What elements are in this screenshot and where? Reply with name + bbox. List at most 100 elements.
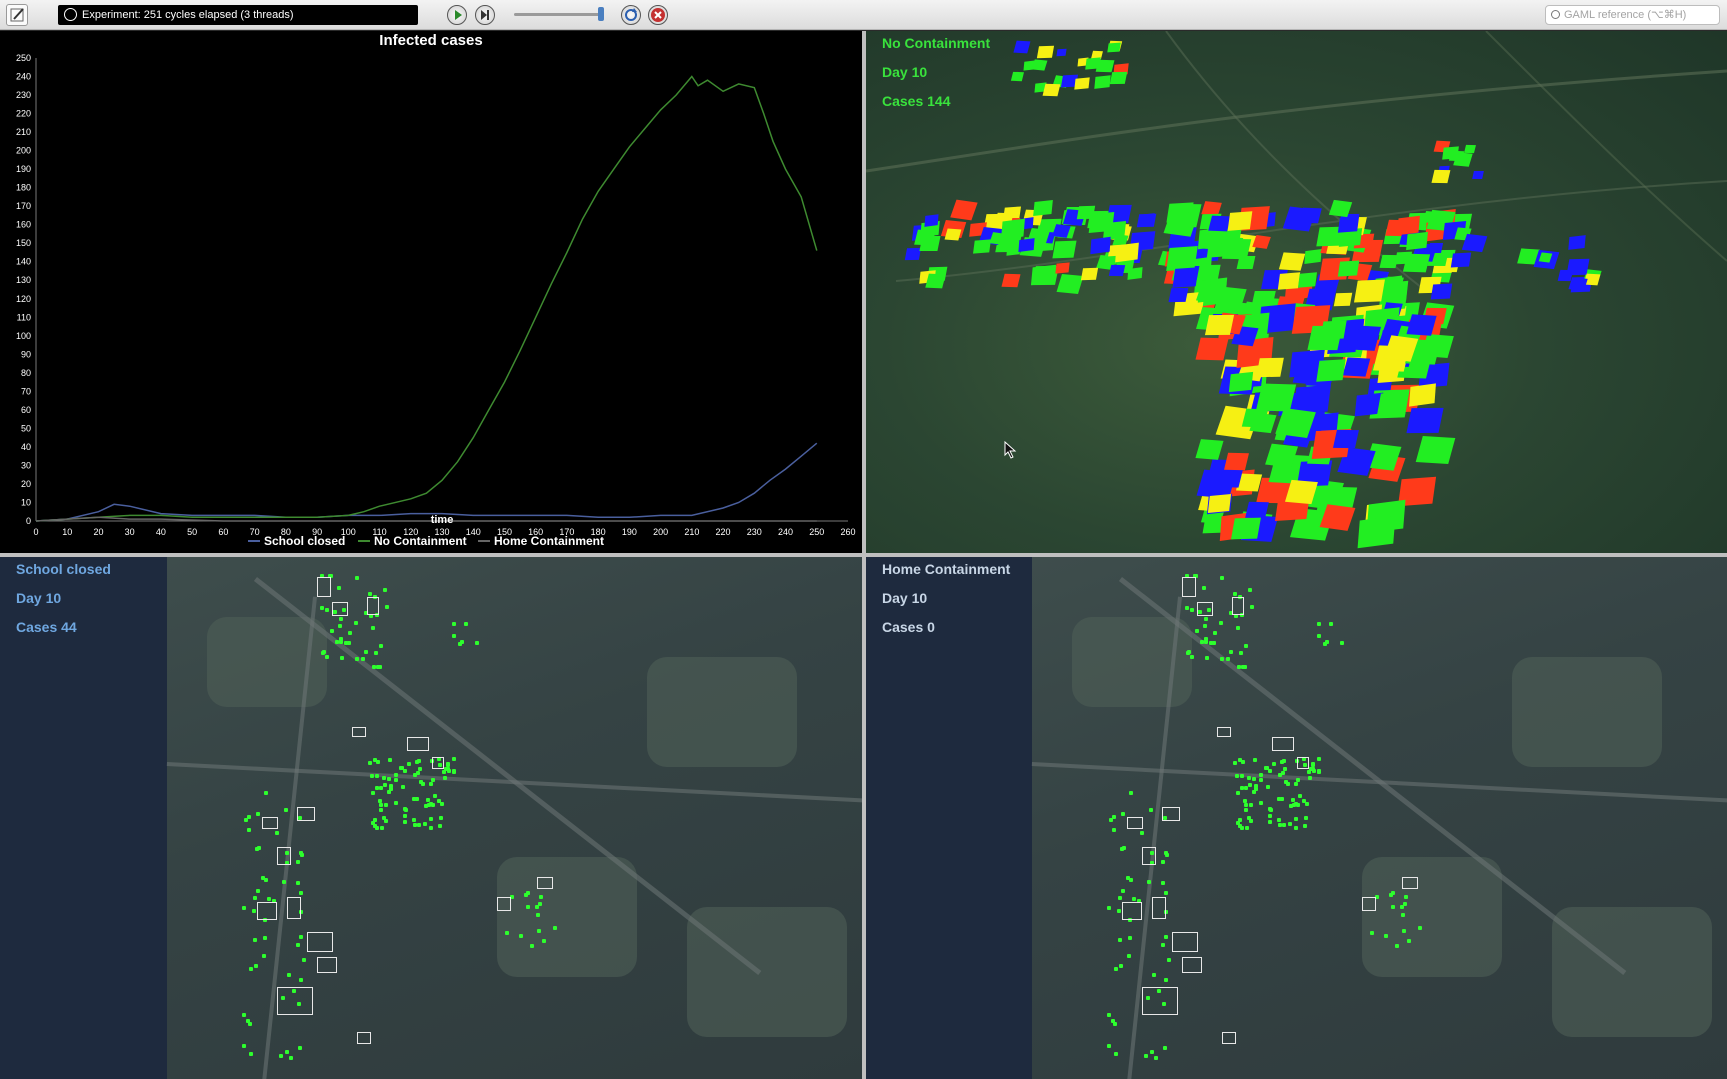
- person-dot: [1293, 816, 1298, 821]
- person-dot: [373, 757, 378, 762]
- y-tick-label: 190: [16, 164, 31, 174]
- person-dot: [541, 938, 546, 943]
- person-dot: [445, 761, 450, 766]
- person-dot: [1302, 823, 1307, 828]
- building: [1338, 260, 1360, 277]
- person-dot: [1121, 812, 1126, 817]
- building: [1080, 267, 1099, 280]
- y-tick-label: 210: [16, 127, 31, 137]
- play-button[interactable]: [447, 5, 467, 25]
- search-input[interactable]: GAML reference (⌥⌘H): [1545, 5, 1720, 25]
- person-dot: [363, 650, 368, 655]
- person-dot: [261, 953, 266, 958]
- person-dot: [1391, 905, 1396, 910]
- person-dot: [251, 908, 256, 913]
- building: [1568, 234, 1586, 250]
- building: [1316, 358, 1346, 382]
- y-tick-label: 120: [16, 294, 31, 304]
- y-tick-label: 200: [16, 146, 31, 156]
- building: [1168, 287, 1189, 302]
- building-outline: [1297, 757, 1309, 769]
- building-outline: [1182, 577, 1196, 597]
- building: [1338, 215, 1360, 233]
- person-dot: [1234, 774, 1239, 779]
- person-dot: [1245, 825, 1250, 830]
- building-outline: [277, 847, 291, 865]
- step-button[interactable]: [475, 5, 495, 25]
- person-dot: [1369, 931, 1374, 936]
- x-tick-label: 60: [218, 527, 228, 537]
- view-title: School closed: [16, 561, 111, 577]
- person-dot: [339, 617, 343, 622]
- person-dot: [1117, 938, 1122, 943]
- person-dot: [1114, 967, 1119, 972]
- person-dot: [255, 889, 260, 894]
- building: [1463, 144, 1476, 153]
- person-dot: [299, 891, 304, 896]
- person-dot: [1296, 802, 1301, 807]
- person-dot: [388, 783, 393, 788]
- person-dot: [1402, 902, 1407, 907]
- building-outline: [287, 897, 301, 919]
- building-outline: [1197, 602, 1213, 616]
- person-dot: [537, 928, 542, 933]
- person-dot: [379, 803, 384, 808]
- building: [1405, 232, 1428, 251]
- x-tick-label: 230: [747, 527, 762, 537]
- building: [1115, 242, 1139, 263]
- view-day: Day 10: [882, 590, 928, 606]
- building: [1304, 248, 1322, 264]
- person-dot: [380, 825, 385, 830]
- person-dot: [1232, 592, 1237, 597]
- person-dot: [1190, 608, 1195, 613]
- person-dot: [1258, 773, 1263, 778]
- person-dot: [1317, 634, 1322, 639]
- y-tick-label: 230: [16, 90, 31, 100]
- y-tick-label: 220: [16, 109, 31, 119]
- y-tick-label: 130: [16, 275, 31, 285]
- person-dot: [1208, 641, 1213, 646]
- edit-button[interactable]: [6, 4, 28, 26]
- no-containment-3d-view[interactable]: No Containment Day 10 Cases 144: [866, 31, 1727, 553]
- building: [1090, 236, 1111, 255]
- person-dot: [1294, 826, 1299, 831]
- person-dot: [1240, 665, 1245, 670]
- person-dot: [432, 793, 437, 798]
- speed-slider-thumb[interactable]: [598, 7, 604, 21]
- building: [1431, 169, 1450, 183]
- person-dot: [1268, 813, 1273, 818]
- x-tick-label: 140: [466, 527, 481, 537]
- person-dot: [1325, 639, 1330, 644]
- person-dot: [452, 757, 457, 762]
- person-dot: [1247, 783, 1252, 788]
- person-dot: [1236, 790, 1241, 795]
- building-outline: [1127, 817, 1143, 829]
- person-dot: [1244, 644, 1249, 649]
- speed-slider-track[interactable]: [514, 13, 600, 16]
- person-dot: [1147, 880, 1152, 885]
- person-dot: [299, 935, 304, 940]
- x-tick-label: 10: [62, 527, 72, 537]
- reload-button[interactable]: [621, 5, 641, 25]
- close-experiment-button[interactable]: [648, 5, 668, 25]
- person-dot: [1395, 944, 1400, 949]
- person-dot: [423, 822, 428, 827]
- person-dot: [381, 775, 386, 780]
- home-containment-map-view[interactable]: Home Containment Day 10 Cases 0: [866, 557, 1727, 1079]
- person-dot: [403, 806, 408, 811]
- person-dot: [1205, 656, 1210, 661]
- x-tick-label: 0: [33, 527, 38, 537]
- building: [1017, 238, 1035, 253]
- person-dot: [339, 636, 344, 641]
- person-dot: [382, 783, 387, 788]
- person-dot: [1239, 651, 1244, 656]
- legend-entry: Home Containment: [494, 534, 604, 548]
- person-dot: [402, 769, 407, 774]
- person-dot: [320, 605, 325, 610]
- building: [1036, 45, 1054, 58]
- school-closed-map-view[interactable]: School closed Day 10 Cases 44: [0, 557, 862, 1079]
- person-dot: [394, 777, 399, 782]
- building: [1052, 240, 1076, 258]
- view-day: Day 10: [16, 590, 62, 606]
- person-dot: [526, 905, 531, 910]
